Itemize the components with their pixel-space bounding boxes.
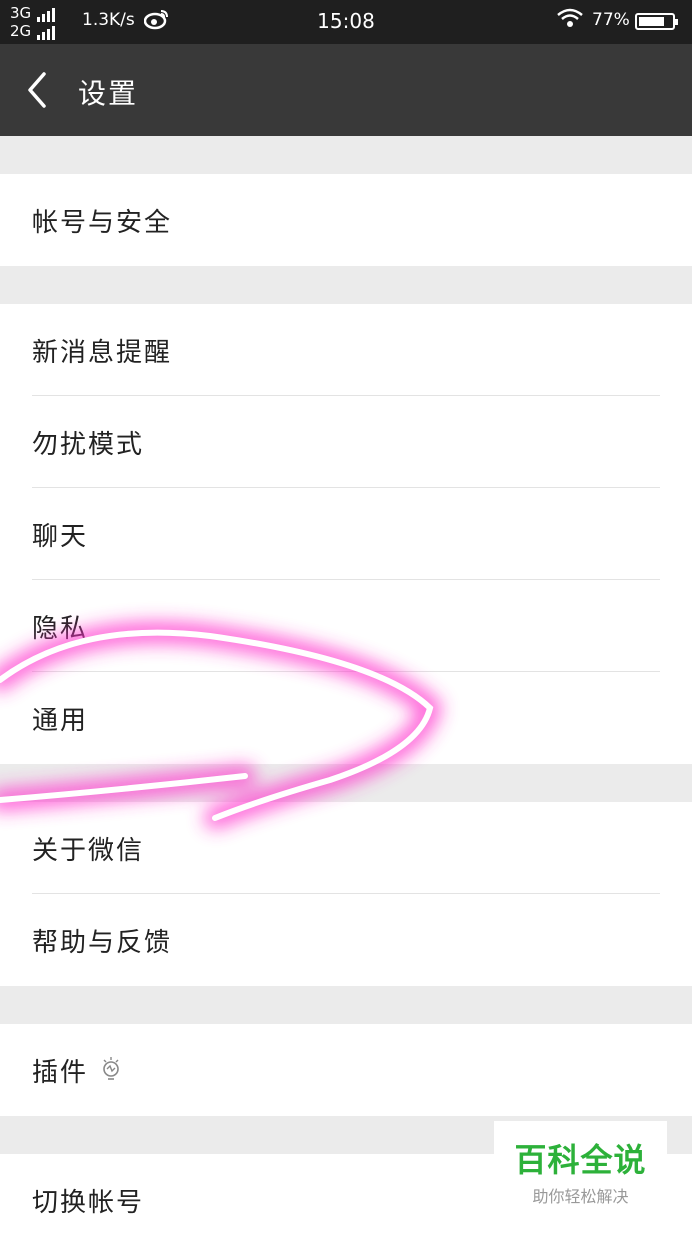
section-spacer bbox=[0, 986, 692, 1024]
battery-fill bbox=[639, 17, 664, 26]
battery-icon bbox=[635, 13, 678, 30]
settings-item-label: 关于微信 bbox=[32, 835, 145, 866]
status-bar: 3G 2G 1.3K/s 15:08 77% bbox=[0, 0, 692, 44]
section-spacer bbox=[0, 266, 692, 304]
watermark-subtitle: 助你轻松解决 bbox=[532, 1187, 629, 1206]
settings-item-general[interactable]: 通用 bbox=[0, 672, 692, 764]
navigation-bar: 设置 bbox=[0, 44, 692, 136]
settings-item-label: 帐号与安全 bbox=[32, 207, 173, 238]
settings-list: 帐号与安全 新消息提醒 勿扰模式 聊天 隐私 通用 关于微信 帮助与反馈 插件 … bbox=[0, 136, 692, 1246]
settings-item-label: 通用 bbox=[32, 705, 89, 736]
settings-item-label: 聊天 bbox=[32, 521, 89, 552]
settings-item-label: 切换帐号 bbox=[32, 1187, 145, 1218]
settings-item-label: 帮助与反馈 bbox=[32, 927, 173, 958]
settings-item-label: 新消息提醒 bbox=[32, 337, 173, 368]
settings-item-notifications[interactable]: 新消息提醒 bbox=[0, 304, 692, 396]
watermark: 百科全说 助你轻松解决 bbox=[494, 1121, 667, 1206]
settings-item-about[interactable]: 关于微信 bbox=[0, 802, 692, 894]
page-title: 设置 bbox=[78, 77, 139, 110]
battery-percent: 77% bbox=[592, 10, 630, 30]
section-spacer bbox=[0, 764, 692, 802]
settings-item-chat[interactable]: 聊天 bbox=[0, 488, 692, 580]
settings-item-privacy[interactable]: 隐私 bbox=[0, 580, 692, 672]
settings-item-plugins[interactable]: 插件 bbox=[0, 1024, 692, 1116]
clock: 15:08 bbox=[317, 9, 375, 33]
settings-item-label: 插件 bbox=[32, 1057, 89, 1088]
wifi-icon bbox=[556, 8, 584, 33]
back-button[interactable] bbox=[22, 68, 62, 112]
settings-item-do-not-disturb[interactable]: 勿扰模式 bbox=[0, 396, 692, 488]
chevron-left-icon bbox=[28, 72, 46, 108]
settings-item-help-feedback[interactable]: 帮助与反馈 bbox=[0, 894, 692, 986]
settings-item-label: 隐私 bbox=[32, 613, 89, 644]
section-spacer bbox=[0, 136, 692, 174]
watermark-title: 百科全说 bbox=[514, 1141, 647, 1179]
settings-item-label: 勿扰模式 bbox=[32, 429, 145, 460]
lightbulb-icon bbox=[103, 1057, 119, 1080]
settings-item-account-security[interactable]: 帐号与安全 bbox=[0, 174, 692, 266]
